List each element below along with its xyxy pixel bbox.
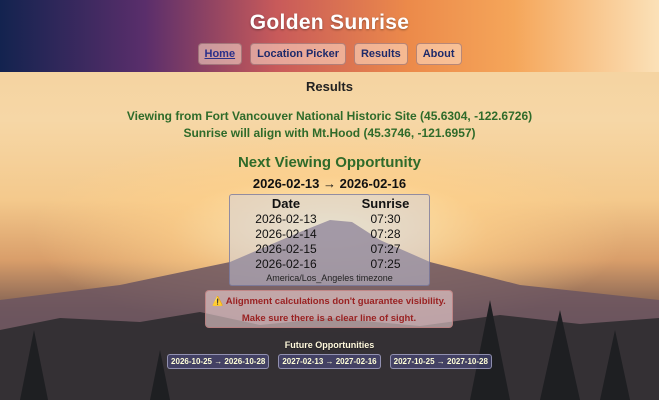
warning-text-1: Alignment calculations don't guarantee v…: [225, 296, 446, 307]
nav-bar: Home Location Picker Results About: [0, 43, 659, 65]
warning-icon: ⚠️: [212, 296, 224, 306]
visibility-warning: ⚠️ Alignment calculations don't guarante…: [205, 290, 453, 328]
table-row: 2026-02-13 07:30: [230, 211, 429, 226]
warning-text-2: Make sure there is a clear line of sight…: [241, 313, 417, 324]
date-cell: 2026-02-16: [255, 256, 317, 271]
next-opportunity-range: 2026-02-13 → 2026-02-16: [252, 176, 407, 191]
date-cell: 2026-02-14: [255, 226, 317, 241]
sunrise-cell: 07:28: [370, 226, 401, 241]
future-opportunity-link[interactable]: 2026-10-25 → 2026-10-28: [167, 354, 270, 369]
future-opportunities-heading: Future Opportunities: [284, 340, 375, 350]
table-row: 2026-02-16 07:25: [230, 256, 429, 271]
alignment-target-text: Sunrise will align with Mt.Hood (45.3746…: [183, 126, 476, 140]
column-header-date: Date: [271, 195, 301, 211]
nav-home-button[interactable]: Home: [197, 43, 243, 65]
nav-about-button[interactable]: About: [415, 43, 462, 65]
future-opportunity-link[interactable]: 2027-10-25 → 2027-10-28: [389, 354, 492, 369]
date-cell: 2026-02-13: [255, 211, 317, 226]
sunrise-cell: 07:30: [370, 211, 401, 226]
timezone-label: America/Los_Angeles timezone: [266, 273, 393, 283]
sunrise-table-box: Date Sunrise 2026-02-13 07:30 2026-02-14…: [229, 194, 430, 286]
nav-location-picker-button[interactable]: Location Picker: [250, 43, 346, 65]
next-opportunity-heading: Next Viewing Opportunity: [237, 154, 422, 171]
table-row: 2026-02-14 07:28: [230, 226, 429, 241]
future-opportunity-link[interactable]: 2027-02-13 → 2027-02-16: [278, 354, 381, 369]
column-header-sunrise: Sunrise: [361, 195, 410, 211]
nav-results-button[interactable]: Results: [353, 43, 408, 65]
warning-line-1: ⚠️ Alignment calculations don't guarante…: [206, 296, 452, 307]
table-header-row: Date Sunrise: [230, 195, 429, 211]
site-header: Golden Sunrise Home Location Picker Resu…: [0, 0, 659, 72]
future-opportunities-list: 2026-10-25 → 2026-10-28 2027-02-13 → 202…: [0, 354, 659, 369]
sunrise-cell: 07:27: [370, 241, 401, 256]
sunrise-cell: 07:25: [370, 256, 401, 271]
results-heading: Results: [306, 79, 353, 94]
date-cell: 2026-02-15: [255, 241, 317, 256]
site-title: Golden Sunrise: [249, 11, 410, 34]
sunrise-table: Date Sunrise 2026-02-13 07:30 2026-02-14…: [230, 195, 429, 271]
viewing-location-text: Viewing from Fort Vancouver National His…: [126, 109, 533, 123]
table-row: 2026-02-15 07:27: [230, 241, 429, 256]
